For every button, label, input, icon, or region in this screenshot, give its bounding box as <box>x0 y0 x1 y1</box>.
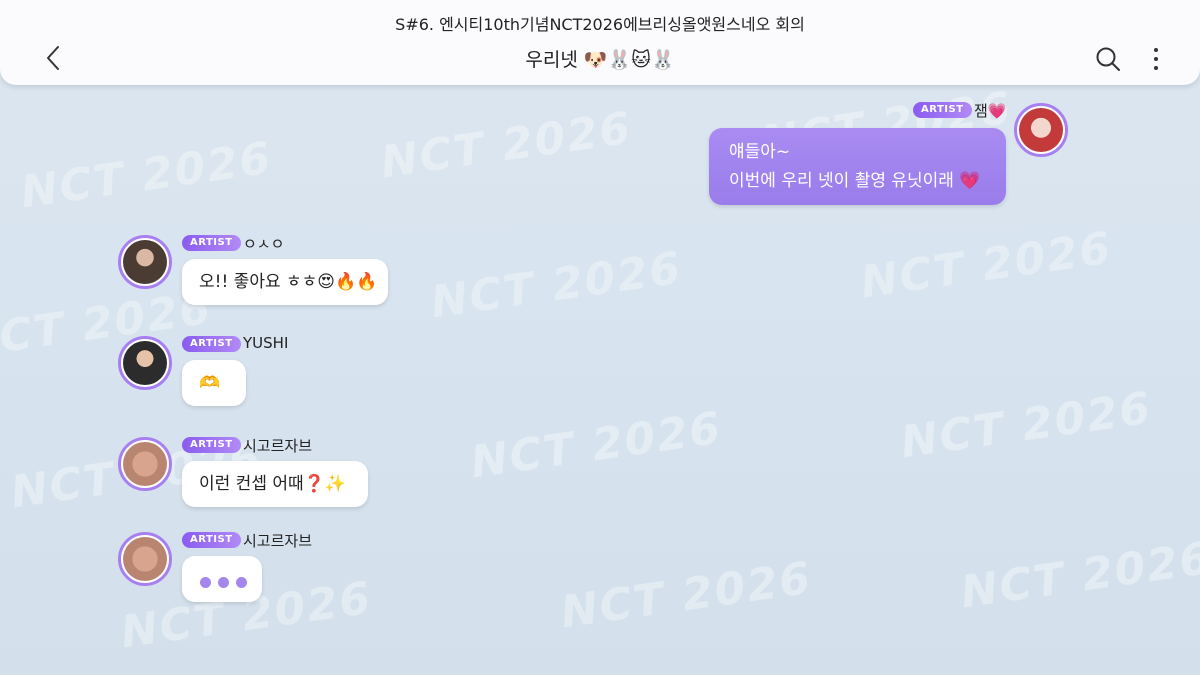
sender-name: YUSHI <box>243 334 289 352</box>
background-watermark: NCT 2026 NCT 2026 NCT 2026 NCT 2026 NCT … <box>0 0 1200 675</box>
sender-name: 시고르자브 <box>243 532 313 550</box>
avatar[interactable] <box>118 336 172 390</box>
avatar[interactable] <box>118 437 172 491</box>
watermark-text: NCT 2026 <box>467 402 726 489</box>
sender-name: 시고르자브 <box>243 437 313 455</box>
message-bubble[interactable]: 🫶 <box>182 360 246 406</box>
sender-name: 잼💗 <box>974 102 1007 120</box>
search-icon[interactable] <box>1094 45 1122 73</box>
message-bubble[interactable]: 이런 컨셉 어때❓✨ <box>182 461 368 507</box>
message-line: 얘들아~ <box>729 142 791 162</box>
typing-dot <box>200 577 211 588</box>
scene-title: S#6. 엔시티10th기념NCT2026에브리싱올앳원스네오 회의 <box>395 15 805 34</box>
typing-indicator <box>182 556 262 602</box>
watermark-text: NCT 2026 <box>897 382 1156 469</box>
typing-dot <box>236 577 247 588</box>
message-line: 이번에 우리 넷이 촬영 유닛이래 💗 <box>729 171 981 191</box>
chat-room-title: 우리넷 🐶🐰🐱🐰 <box>525 49 675 71</box>
artist-badge: ARTIST <box>182 235 241 251</box>
sender-name: ㅇㅅㅇ <box>243 235 285 253</box>
watermark-text: NCT 2026 <box>557 552 816 639</box>
avatar[interactable] <box>118 532 172 586</box>
avatar-image <box>123 442 167 486</box>
avatar-image <box>1019 108 1063 152</box>
message-bubble[interactable]: 얘들아~ 이번에 우리 넷이 촬영 유닛이래 💗 <box>709 128 1006 205</box>
more-options-icon[interactable] <box>1146 45 1166 73</box>
avatar[interactable] <box>1014 103 1068 157</box>
avatar-image <box>123 537 167 581</box>
artist-badge: ARTIST <box>182 532 241 548</box>
watermark-text: NCT 2026 <box>957 532 1200 619</box>
avatar[interactable] <box>118 235 172 289</box>
watermark-text: NCT 2026 <box>427 242 686 329</box>
watermark-text: NCT 2026 <box>857 222 1116 309</box>
watermark-text: NCT 2026 <box>377 102 636 189</box>
watermark-text: NCT 2026 <box>17 132 276 219</box>
artist-badge: ARTIST <box>182 336 241 352</box>
artist-badge: ARTIST <box>182 437 241 453</box>
artist-badge: ARTIST <box>913 102 972 118</box>
message-bubble[interactable]: 오!! 좋아요 ㅎㅎ😍🔥🔥 <box>182 259 388 305</box>
typing-dot <box>218 577 229 588</box>
avatar-image <box>123 240 167 284</box>
chat-header: S#6. 엔시티10th기념NCT2026에브리싱올앳원스네오 회의 우리넷 🐶… <box>0 0 1200 85</box>
avatar-image <box>123 341 167 385</box>
